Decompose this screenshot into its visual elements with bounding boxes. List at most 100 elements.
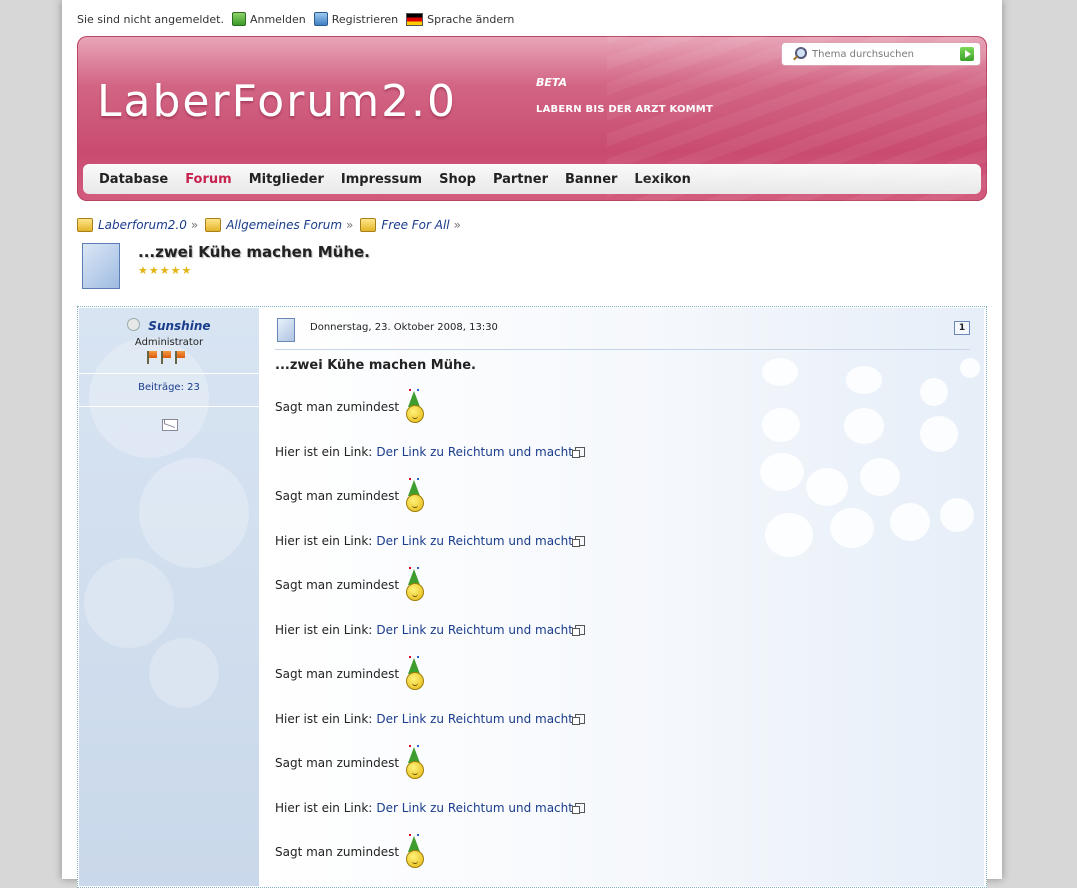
post-line: Sagt man zumindest bbox=[275, 735, 965, 791]
rank-flag-icon bbox=[175, 351, 185, 364]
nav-item-banner[interactable]: Banner bbox=[565, 172, 617, 187]
nav-item-partner[interactable]: Partner bbox=[493, 172, 548, 187]
post-number[interactable]: 1 bbox=[954, 321, 970, 335]
folder-icon bbox=[77, 218, 93, 232]
site-header: LaberForum2.0 BETA LABERN BIS DER ARZT K… bbox=[77, 36, 987, 201]
star-icon: ★ bbox=[159, 264, 170, 277]
nav-item-lexikon[interactable]: Lexikon bbox=[634, 172, 690, 187]
breadcrumb-separator: » bbox=[346, 218, 354, 232]
site-slogan: LABERN BIS DER ARZT KOMMT bbox=[536, 104, 713, 115]
external-link-icon bbox=[571, 802, 585, 814]
post: Sunshine Administrator Beiträge: 23 Donn… bbox=[77, 306, 987, 888]
login-link[interactable]: Anmelden bbox=[231, 12, 306, 26]
line-text: Sagt man zumindest bbox=[275, 756, 400, 770]
document-icon bbox=[277, 318, 295, 342]
line-text: Sagt man zumindest bbox=[275, 667, 400, 681]
search-go-button[interactable] bbox=[960, 47, 974, 61]
external-link-icon bbox=[571, 535, 585, 547]
offline-status-icon bbox=[127, 318, 141, 331]
topic-rating: ★ ★ ★ ★ ★ bbox=[138, 265, 191, 276]
post-header: Donnerstag, 23. Oktober 2008, 13:30 1 bbox=[275, 316, 970, 350]
breadcrumb: Laberforum2.0 » Allgemeines Forum » Free… bbox=[77, 218, 468, 232]
folder-icon bbox=[205, 218, 222, 232]
post-line: Sagt man zumindest bbox=[275, 646, 965, 702]
register-link[interactable]: Registrieren bbox=[313, 12, 399, 26]
external-link-icon bbox=[571, 713, 585, 725]
post-line: Hier ist ein Link: Der Link zu Reichtum u… bbox=[275, 791, 965, 824]
main-nav: Database Forum Mitglieder Impressum Shop… bbox=[83, 164, 981, 194]
author-name[interactable]: Sunshine bbox=[148, 319, 210, 333]
author-sidebar: Sunshine Administrator Beiträge: 23 bbox=[79, 308, 259, 886]
breadcrumb-item[interactable]: Laberforum2.0 bbox=[98, 218, 187, 232]
folder-icon bbox=[360, 218, 377, 232]
line-text: Hier ist ein Link: bbox=[275, 533, 373, 548]
beta-badge: BETA bbox=[536, 76, 568, 89]
nav-item-impressum[interactable]: Impressum bbox=[341, 172, 422, 187]
rank-flags bbox=[147, 351, 185, 364]
email-icon[interactable] bbox=[162, 419, 178, 431]
post-line: Hier ist ein Link: Der Link zu Reichtum u… bbox=[275, 435, 965, 468]
search-box bbox=[781, 42, 981, 66]
post-line: Hier ist ein Link: Der Link zu Reichtum u… bbox=[275, 702, 965, 735]
party-smiley-icon bbox=[405, 478, 425, 512]
rank-flag-icon bbox=[161, 351, 171, 364]
login-icon bbox=[231, 12, 246, 26]
breadcrumb-separator: » bbox=[190, 218, 199, 232]
login-label: Anmelden bbox=[249, 12, 306, 26]
topic-title: ...zwei Kühe machen Mühe. bbox=[138, 243, 370, 261]
author-post-count[interactable]: Beiträge: 23 bbox=[79, 382, 259, 393]
party-smiley-icon bbox=[405, 656, 425, 690]
search-input[interactable] bbox=[812, 48, 952, 60]
divider bbox=[79, 373, 259, 374]
external-link[interactable]: Der Link zu Reichtum und macht bbox=[376, 445, 573, 459]
language-link[interactable]: Sprache ändern bbox=[406, 12, 514, 26]
party-smiley-icon bbox=[405, 389, 425, 423]
line-text: Hier ist ein Link: bbox=[275, 622, 373, 637]
party-smiley-icon bbox=[405, 834, 425, 868]
post-line: Sagt man zumindest bbox=[275, 379, 965, 435]
site-logo[interactable]: LaberForum2.0 bbox=[97, 76, 457, 127]
post-lines: Sagt man zumindest Hier ist ein Link: Der … bbox=[275, 379, 965, 880]
search-icon bbox=[792, 47, 807, 61]
external-link[interactable]: Der Link zu Reichtum und macht bbox=[376, 534, 573, 548]
external-link[interactable]: Der Link zu Reichtum und macht bbox=[376, 801, 573, 815]
nav-item-forum[interactable]: Forum bbox=[185, 172, 232, 187]
line-text: Hier ist ein Link: bbox=[275, 444, 373, 459]
divider bbox=[79, 406, 259, 407]
page: Sie sind nicht angemeldet. Anmelden Regi… bbox=[62, 0, 1002, 888]
nav-item-mitglieder[interactable]: Mitglieder bbox=[249, 172, 324, 187]
party-smiley-icon bbox=[405, 745, 425, 779]
line-text: Sagt man zumindest bbox=[275, 845, 400, 859]
nav-item-database[interactable]: Database bbox=[99, 172, 168, 187]
breadcrumb-item[interactable]: Free For All bbox=[381, 218, 449, 232]
star-icon: ★ bbox=[181, 264, 192, 277]
post-subject: ...zwei Kühe machen Mühe. bbox=[275, 358, 476, 373]
post-line: Hier ist ein Link: Der Link zu Reichtum u… bbox=[275, 613, 965, 646]
post-line: Sagt man zumindest bbox=[275, 468, 965, 524]
post-line: Sagt man zumindest bbox=[275, 824, 965, 880]
line-text: Sagt man zumindest bbox=[275, 578, 400, 592]
login-status: Sie sind nicht angemeldet. bbox=[77, 12, 224, 26]
register-label: Registrieren bbox=[331, 12, 399, 26]
line-text: Sagt man zumindest bbox=[275, 400, 400, 414]
breadcrumb-separator: » bbox=[453, 218, 461, 232]
post-line: Sagt man zumindest bbox=[275, 557, 965, 613]
post-date: Donnerstag, 23. Oktober 2008, 13:30 bbox=[310, 322, 498, 333]
external-link[interactable]: Der Link zu Reichtum und macht bbox=[376, 623, 573, 637]
line-text: Hier ist ein Link: bbox=[275, 711, 373, 726]
german-flag-icon bbox=[406, 12, 424, 26]
register-icon bbox=[313, 12, 328, 26]
external-link-icon bbox=[571, 624, 585, 636]
line-text: Hier ist ein Link: bbox=[275, 800, 373, 815]
post-body: ...zwei Kühe machen Mühe. Sagt man zumin… bbox=[275, 358, 965, 880]
rank-flag-icon bbox=[147, 351, 157, 364]
party-smiley-icon bbox=[405, 567, 425, 601]
external-link[interactable]: Der Link zu Reichtum und macht bbox=[376, 712, 573, 726]
star-icon: ★ bbox=[148, 264, 159, 277]
nav-item-shop[interactable]: Shop bbox=[439, 172, 476, 187]
author: Sunshine bbox=[79, 318, 259, 333]
external-link-icon bbox=[571, 446, 585, 458]
post-line: Hier ist ein Link: Der Link zu Reichtum u… bbox=[275, 524, 965, 557]
breadcrumb-item[interactable]: Allgemeines Forum bbox=[226, 218, 342, 232]
line-text: Sagt man zumindest bbox=[275, 489, 400, 503]
